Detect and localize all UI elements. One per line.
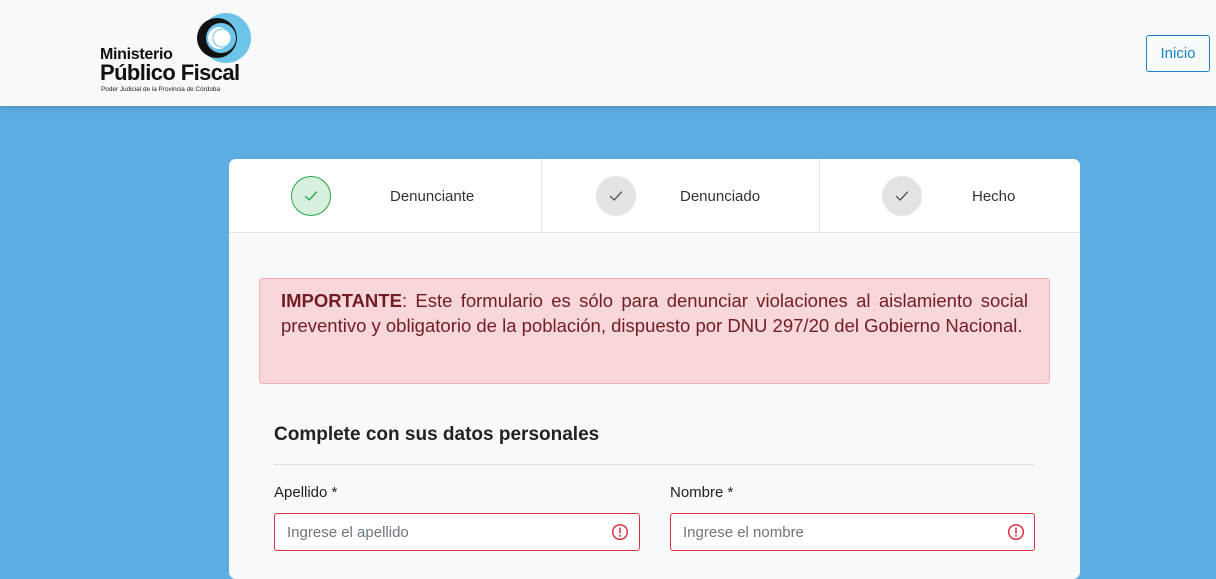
step-label: Hecho [972, 188, 1016, 205]
step-label: Denunciante [390, 188, 475, 205]
top-navbar: Ministerio Público Fiscal Poder Judicial… [0, 0, 1216, 106]
step-label: Denunciado [680, 188, 761, 205]
step-denunciante[interactable]: Denunciante [229, 159, 542, 233]
nombre-input[interactable] [670, 513, 1035, 551]
step-status-circle [882, 176, 922, 216]
complaint-form-card: Denunciante Denunciado Hecho IMPORTANTE:… [229, 159, 1080, 579]
check-icon [304, 191, 318, 201]
section-divider [274, 464, 1035, 465]
important-alert: IMPORTANTE: Este formulario es sólo para… [259, 278, 1050, 384]
step-status-circle [291, 176, 331, 216]
check-icon [609, 191, 623, 201]
home-button[interactable]: Inicio [1146, 35, 1210, 72]
nombre-label: Nombre * [670, 484, 734, 501]
error-icon [611, 523, 629, 541]
apellido-label: Apellido * [274, 484, 338, 501]
check-icon [895, 191, 909, 201]
step-status-circle [596, 176, 636, 216]
alert-title: IMPORTANTE [281, 290, 402, 311]
logo-line-3: Poder Judicial de la Provincia de Córdob… [101, 86, 221, 93]
error-icon [1007, 523, 1025, 541]
section-title: Complete con sus datos personales [274, 424, 600, 445]
stepper: Denunciante Denunciado Hecho [229, 159, 1080, 233]
mpf-logo[interactable]: Ministerio Público Fiscal Poder Judicial… [100, 12, 252, 96]
step-hecho[interactable]: Hecho [820, 159, 1080, 233]
logo-line-2: Público Fiscal [100, 60, 240, 85]
apellido-input[interactable] [274, 513, 640, 551]
step-denunciado[interactable]: Denunciado [542, 159, 820, 233]
